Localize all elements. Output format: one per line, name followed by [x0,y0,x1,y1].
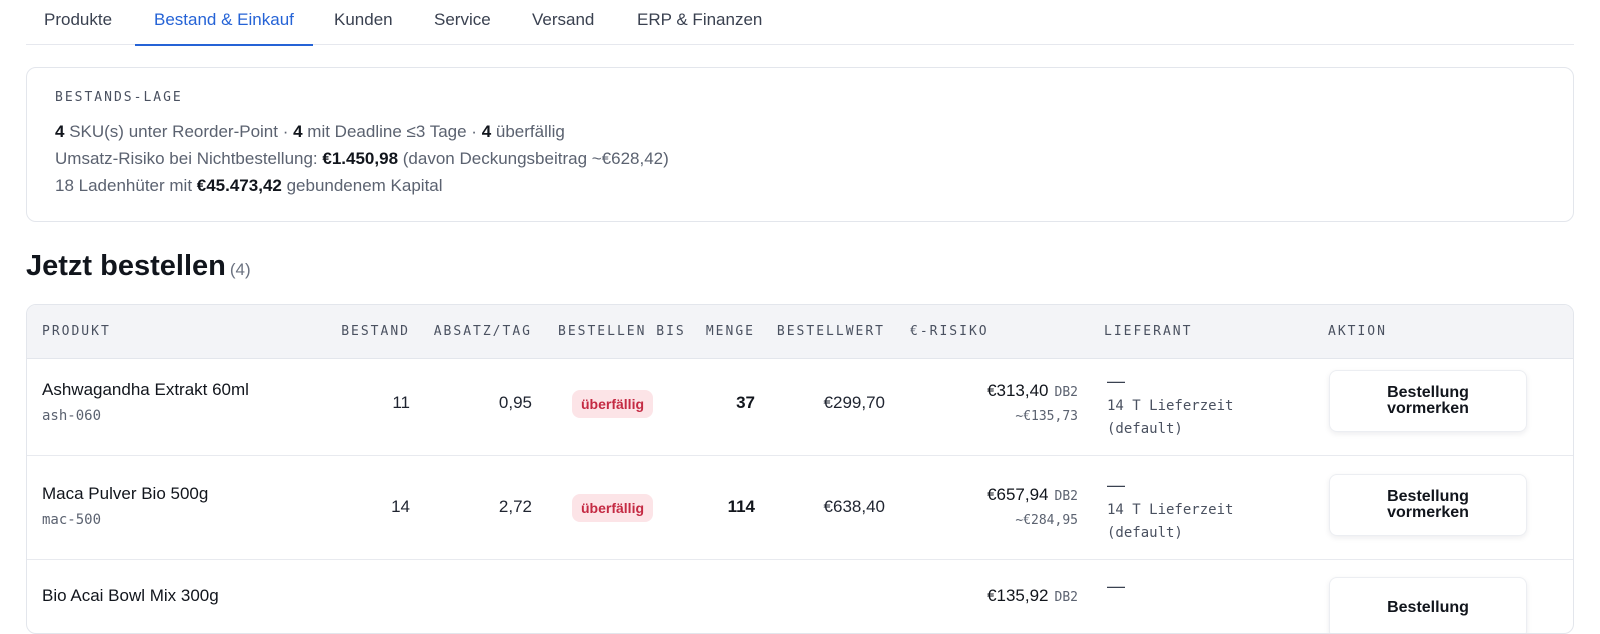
risk-amount: €313,40 [987,381,1049,400]
risk-amount: €135,92 [987,586,1049,605]
product-name: Ashwagandha Extrakt 60ml [42,380,249,399]
overdue-badge: überfällig [572,390,654,418]
sku-text: SKU(s) unter Reorder-Point · [64,122,294,141]
header-risk: €-RISIKO [910,324,989,339]
risk-contribution: ~€135,73 [1015,409,1078,424]
tab-versand[interactable]: Versand [532,0,594,45]
header-action: AKTION [1328,324,1387,339]
supplier-name: — [1107,371,1125,391]
header-product: PRODUKT [42,324,111,339]
risk-tag: DB2 [1054,590,1078,605]
tab-service[interactable]: Service [434,0,491,45]
quantity-value: 114 [727,497,755,516]
stock-value: 14 [391,497,410,516]
tab-bestand-einkauf[interactable]: Bestand & Einkauf [135,0,313,46]
tab-produkte[interactable]: Produkte [44,0,112,45]
risk-value: €135,92 DB2 [987,586,1078,606]
risk-suffix: (davon Deckungsbeitrag ~€628,42) [398,149,669,168]
risk-amount: €1.450,98 [322,149,399,168]
reserve-order-button[interactable]: Bestellung vormerken [1329,474,1527,536]
supplier-lead-time: 14 T Lieferzeit (default) [1107,398,1234,437]
quantity-value: 37 [736,393,755,412]
stock-summary-line-risk: Umsatz-Risiko bei Nichtbestellung: €1.45… [55,149,669,169]
stock-summary-title: BESTANDS-LAGE [55,90,183,105]
header-supplier: LIEFERANT [1104,324,1193,339]
sales-per-day-value: 0,95 [498,393,532,412]
stock-value: 11 [392,393,410,412]
table-row: Bio Acai Bowl Mix 300g €135,92 DB2 — Best… [27,559,1573,633]
order-now-count: (4) [229,260,251,279]
order-now-heading: Jetzt bestellen (4) [26,250,251,283]
risk-tag: DB2 [1054,385,1078,400]
reserve-order-button[interactable]: Bestellung [1329,577,1527,633]
header-stock: BESTAND [341,324,410,339]
order-value: €638,40 [823,497,885,516]
deadline-text: mit Deadline ≤3 Tage · [302,122,482,141]
overdue-badge: überfällig [572,494,654,522]
risk-value: €657,94 DB2 [987,485,1078,505]
overdue-count: 4 [481,122,492,141]
risk-tag: DB2 [1054,489,1078,504]
slow-movers-prefix: 18 Ladenhüter mit [55,176,197,195]
table-row: Ashwagandha Extrakt 60ml ash-060 11 0,95… [27,351,1573,456]
risk-amount: €657,94 [987,485,1049,504]
stock-summary-line-reorder: 4 SKU(s) unter Reorder-Point · 4 mit Dea… [55,122,565,142]
risk-contribution: ~€284,95 [1015,513,1078,528]
supplier-name: — [1107,576,1125,596]
slow-movers-suffix: gebundenem Kapital [281,176,443,195]
supplier-lead-time: 14 T Lieferzeit (default) [1107,502,1234,541]
product-sku: ash-060 [42,408,102,424]
header-quantity: MENGE [705,324,755,339]
stock-summary-card: BESTANDS-LAGE 4 SKU(s) unter Reorder-Poi… [26,67,1574,222]
main-tabs: Produkte Bestand & Einkauf Kunden Servic… [26,0,1574,46]
order-table: PRODUKT BESTAND ABSATZ/TAG BESTELLEN BIS… [26,304,1574,634]
header-sales-per-day: ABSATZ/TAG [433,324,532,339]
slow-movers-amount: €45.473,42 [196,176,282,195]
product-name: Maca Pulver Bio 500g [42,484,209,503]
order-now-title: Jetzt bestellen [26,250,226,282]
header-order-by: BESTELLEN BIS [558,324,686,339]
risk-value: €313,40 DB2 [987,381,1078,401]
product-name: Bio Acai Bowl Mix 300g [42,586,219,605]
supplier-name: — [1107,475,1125,495]
order-value: €299,70 [823,393,885,412]
reserve-order-button[interactable]: Bestellung vormerken [1329,370,1527,432]
header-order-value: BESTELLWERT [776,324,885,339]
tab-erp-finanzen[interactable]: ERP & Finanzen [637,0,762,45]
table-row: Maca Pulver Bio 500g mac-500 14 2,72 übe… [27,455,1573,560]
overdue-text: überfällig [491,122,565,141]
risk-prefix: Umsatz-Risiko bei Nichtbestellung: [55,149,323,168]
product-sku: mac-500 [42,512,102,528]
sales-per-day-value: 2,72 [498,497,532,516]
tab-kunden[interactable]: Kunden [334,0,393,45]
deadline-count: 4 [293,122,303,141]
stock-summary-line-slow-movers: 18 Ladenhüter mit €45.473,42 gebundenem … [55,176,443,196]
